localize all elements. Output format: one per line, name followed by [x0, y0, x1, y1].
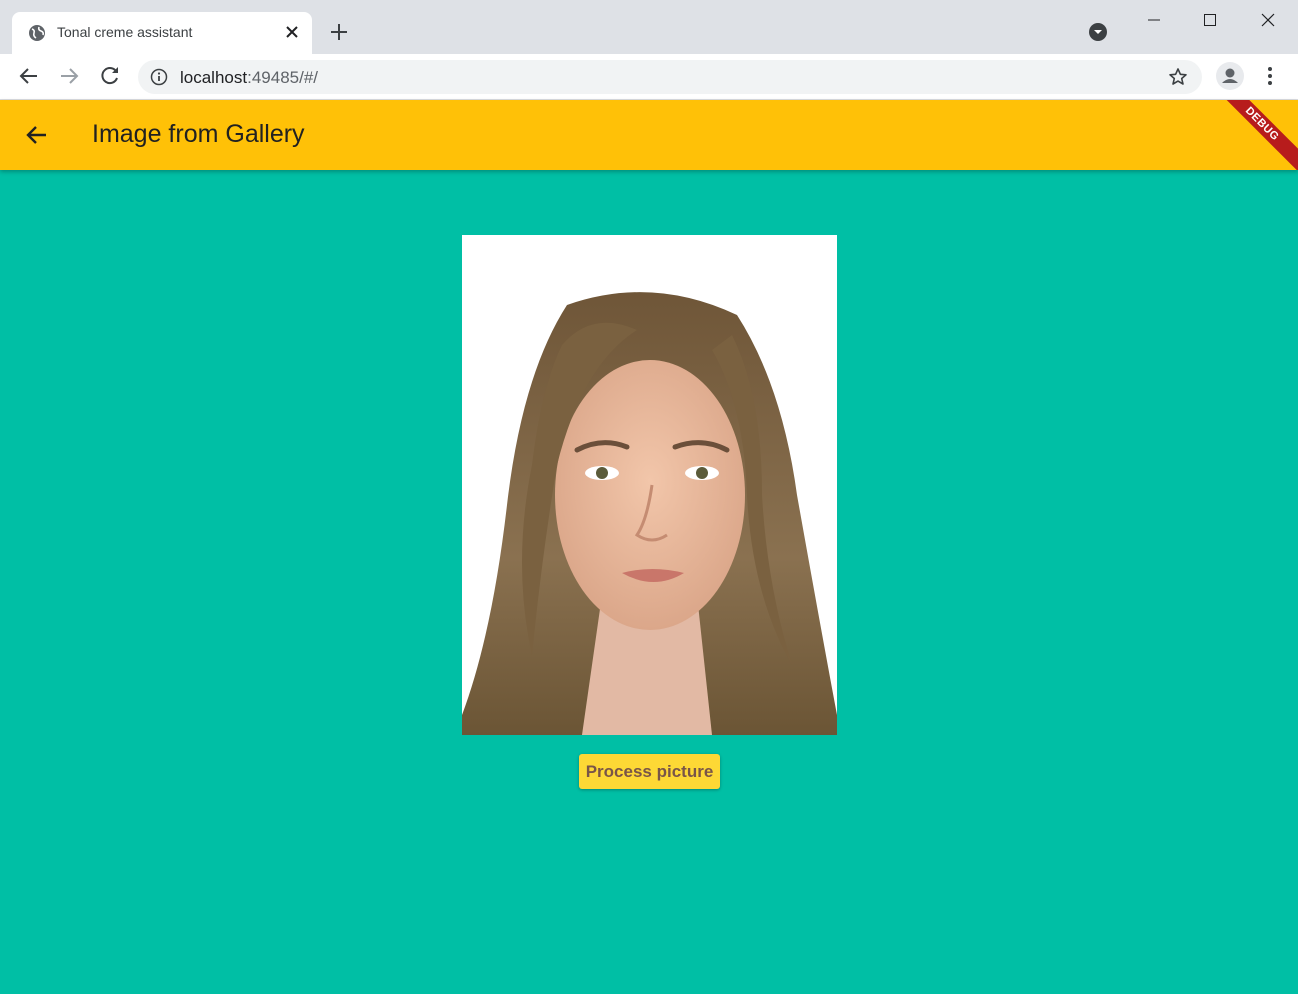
browser-titlebar: Tonal creme assistant [0, 0, 1298, 54]
arrow-right-icon[interactable] [57, 64, 81, 88]
url-text[interactable]: localhost:49485/#/ [180, 68, 318, 88]
close-icon[interactable] [283, 23, 301, 41]
reload-icon[interactable] [98, 64, 122, 88]
more-vert-icon[interactable] [1258, 64, 1282, 88]
maximize-icon[interactable] [1196, 6, 1224, 34]
browser-tab[interactable]: Tonal creme assistant [12, 12, 312, 54]
browser-toolbar: localhost:49485/#/ [0, 54, 1298, 100]
account-icon [1222, 68, 1238, 83]
debug-banner: DEBUG [1206, 100, 1298, 170]
tab-title: Tonal creme assistant [57, 24, 193, 40]
arrow-left-icon[interactable] [24, 122, 50, 148]
window-close-icon[interactable] [1254, 6, 1282, 34]
url-port-path: :49485/#/ [247, 68, 319, 87]
globe-icon [29, 25, 45, 41]
page-title: Image from Gallery [92, 120, 305, 148]
minimize-icon[interactable] [1140, 6, 1168, 34]
url-host: localhost [180, 68, 248, 87]
account-button[interactable] [1216, 62, 1244, 90]
address-bar[interactable]: localhost:49485/#/ [138, 60, 1202, 94]
app-bar: Image from Gallery DEBUG [0, 100, 1298, 170]
info-icon[interactable] [150, 68, 168, 86]
process-picture-button[interactable]: Process picture [579, 754, 720, 789]
star-icon[interactable] [1168, 67, 1188, 87]
portrait-image [462, 292, 837, 735]
arrow-left-icon[interactable] [17, 64, 41, 88]
chevron-down-circle-icon[interactable] [1087, 21, 1109, 43]
plus-icon[interactable] [328, 21, 350, 43]
selected-photo [462, 235, 837, 735]
